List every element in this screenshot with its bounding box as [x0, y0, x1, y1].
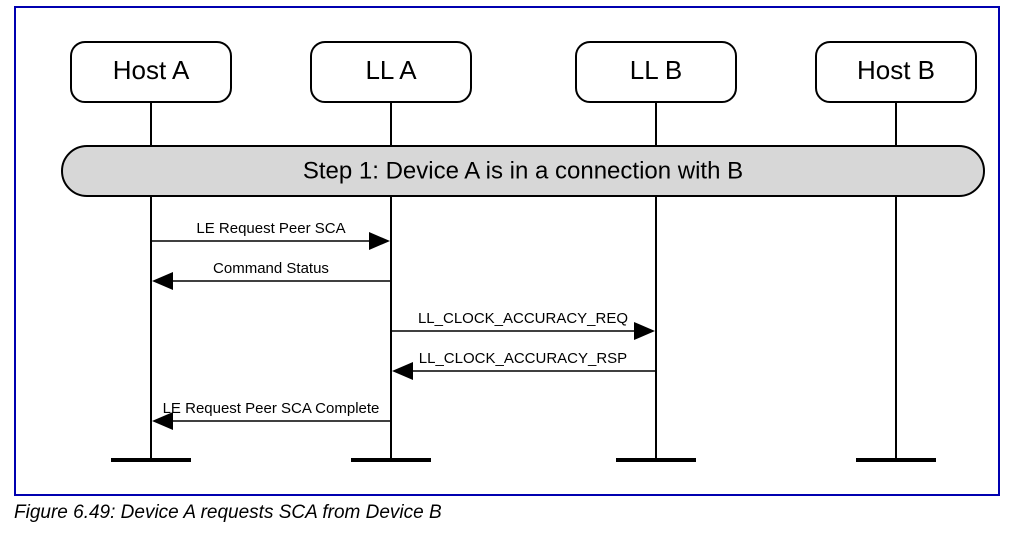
- msg-le-request-peer-sca-complete-label: LE Request Peer SCA Complete: [163, 400, 380, 417]
- msg-command-status-label: Command Status: [213, 260, 329, 277]
- diagram-frame: Host A LL A LL B Host B Step 1: Device A…: [14, 6, 1000, 496]
- msg-le-request-peer-sca-label: LE Request Peer SCA: [196, 220, 345, 237]
- msg-ll-clock-accuracy-rsp-label: LL_CLOCK_ACCURACY_RSP: [419, 350, 627, 367]
- step-banner-text: Step 1: Device A is in a connection with…: [303, 157, 743, 184]
- lifeline-host-b-label: Host B: [857, 55, 935, 85]
- figure-caption: Figure 6.49: Device A requests SCA from …: [14, 502, 442, 524]
- lifeline-host-a-label: Host A: [113, 55, 190, 85]
- lifeline-ll-a-label: LL A: [365, 55, 417, 85]
- lifeline-ll-b-label: LL B: [630, 55, 683, 85]
- msg-ll-clock-accuracy-req-label: LL_CLOCK_ACCURACY_REQ: [418, 310, 628, 327]
